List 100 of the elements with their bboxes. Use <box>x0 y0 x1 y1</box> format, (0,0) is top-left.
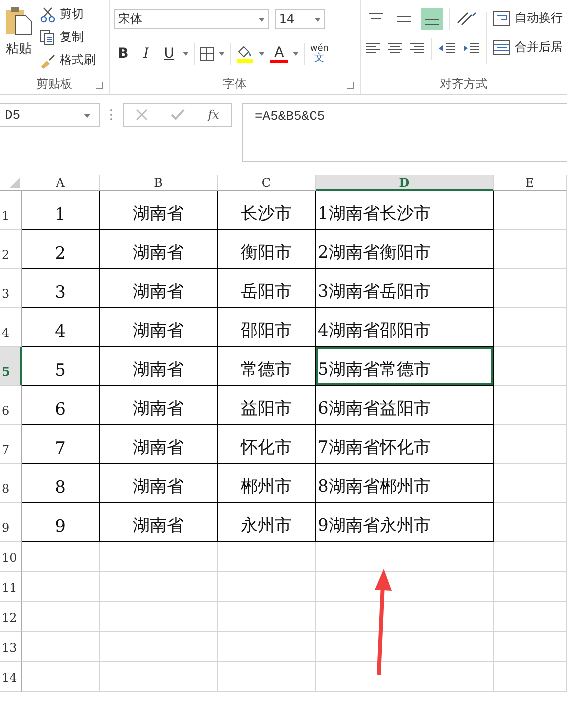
row-header[interactable]: 6 <box>0 386 22 425</box>
table-cell: 8湖南省郴州市 <box>316 464 494 503</box>
row-header[interactable]: 10 <box>0 542 22 572</box>
increase-indent-icon[interactable] <box>462 42 480 56</box>
group-label: 剪贴板 <box>36 76 73 92</box>
table-cell: 永州市 <box>218 503 316 542</box>
table-cell: 3 <box>22 269 100 308</box>
table-cell: 长沙市 <box>218 191 316 230</box>
row-header[interactable]: 13 <box>0 632 22 662</box>
table-cell: 湖南省 <box>100 503 218 542</box>
dropdown-arrow-icon[interactable] <box>84 114 91 118</box>
align-right-icon[interactable] <box>409 42 425 56</box>
name-box[interactable]: D5 <box>0 103 100 127</box>
table-cell: 6 <box>22 386 100 425</box>
row-header[interactable]: 12 <box>0 602 22 632</box>
table-cell: 7 <box>22 425 100 464</box>
checkmark-icon[interactable] <box>170 109 185 121</box>
underline-button[interactable]: U <box>160 43 178 65</box>
dropdown-arrow-icon[interactable] <box>219 52 226 56</box>
table-cell: 郴州市 <box>218 464 316 503</box>
fill-color-icon[interactable] <box>236 45 254 63</box>
merge-cells-icon <box>493 40 511 56</box>
table-cell: 2湖南省衡阳市 <box>316 230 494 269</box>
table-cell: 5湖南省常德市 <box>316 347 494 386</box>
triangle-icon <box>10 178 20 188</box>
font-color-button[interactable]: A <box>270 45 288 63</box>
format-painter-button[interactable]: 格式刷 <box>40 50 96 71</box>
dialog-launcher-icon[interactable] <box>347 82 354 89</box>
row-header[interactable]: 14 <box>0 662 22 692</box>
dropdown-arrow-icon[interactable] <box>315 18 322 22</box>
insert-function-button[interactable]: fx <box>208 108 220 122</box>
borders-icon[interactable] <box>200 47 214 61</box>
table-cell: 湖南省 <box>100 269 218 308</box>
dropdown-arrow-icon[interactable] <box>293 52 300 56</box>
row-header[interactable]: 5 <box>0 347 22 386</box>
row-header[interactable]: 11 <box>0 572 22 602</box>
row-header[interactable]: 3 <box>0 269 22 308</box>
phonetic-guide-button[interactable]: wén 文 <box>310 44 330 64</box>
table-cell: 9 <box>22 503 100 542</box>
table-cell: 岳阳市 <box>218 269 316 308</box>
table-cell: 3湖南省岳阳市 <box>316 269 494 308</box>
scissors-icon <box>40 6 56 22</box>
table-cell: 湖南省 <box>100 464 218 503</box>
table-cell: 湖南省 <box>100 308 218 347</box>
table-cell: 4 <box>22 308 100 347</box>
dropdown-arrow-icon[interactable] <box>183 52 190 56</box>
table-cell: 益阳市 <box>218 386 316 425</box>
wrap-text-button[interactable]: 自动换行 <box>493 8 563 29</box>
table-cell: 5 <box>22 347 100 386</box>
group-label: 字体 <box>223 76 248 92</box>
bottom-align-button[interactable] <box>421 8 443 30</box>
table-cell: 邵阳市 <box>218 308 316 347</box>
table-cell: 怀化市 <box>218 425 316 464</box>
font-name-field[interactable]: 宋体 <box>114 9 270 29</box>
bottom-align-icon <box>425 19 439 25</box>
table-cell: 2 <box>22 230 100 269</box>
italic-button[interactable]: I <box>137 43 156 65</box>
table-cell: 湖南省 <box>100 191 218 230</box>
dropdown-arrow-icon[interactable] <box>259 18 266 22</box>
group-label: 对齐方式 <box>440 76 488 92</box>
table-cell: 7湖南省怀化市 <box>316 425 494 464</box>
cut-button[interactable]: 剪切 <box>40 4 96 25</box>
table-cell: 8 <box>22 464 100 503</box>
bold-button[interactable]: B <box>114 43 132 65</box>
table-cell: 6湖南省益阳市 <box>316 386 494 425</box>
table-cell: 9湖南省永州市 <box>316 503 494 542</box>
table-cell: 湖南省 <box>100 347 218 386</box>
top-align-icon <box>369 13 383 19</box>
copy-button[interactable]: 复制 <box>40 27 96 48</box>
row-header[interactable]: 1 <box>0 191 22 230</box>
align-center-icon[interactable] <box>387 42 403 56</box>
dropdown-arrow-icon[interactable] <box>259 52 266 56</box>
paste-button[interactable]: 粘贴 <box>4 4 34 60</box>
grip-icon <box>110 109 113 121</box>
column-header[interactable]: D <box>316 175 494 191</box>
font-size-field[interactable]: 14 <box>275 9 326 29</box>
table-cell: 1湖南省长沙市 <box>316 191 494 230</box>
table-cell: 湖南省 <box>100 425 218 464</box>
text-orientation-icon[interactable] <box>456 11 478 27</box>
row-header[interactable]: 9 <box>0 503 22 542</box>
column-header[interactable]: A <box>22 175 100 191</box>
table-cell: 4湖南省邵阳市 <box>316 308 494 347</box>
wrap-text-icon <box>493 10 511 26</box>
table-cell: 1 <box>22 191 100 230</box>
decrease-indent-icon[interactable] <box>438 42 456 56</box>
dialog-launcher-icon[interactable] <box>96 82 104 89</box>
align-left-icon[interactable] <box>365 42 381 56</box>
clipboard-icon <box>4 6 34 36</box>
merge-center-button[interactable]: 合并后居 <box>493 37 563 58</box>
table-cell: 常德市 <box>218 347 316 386</box>
brush-icon <box>40 52 56 68</box>
column-header[interactable]: B <box>100 175 218 191</box>
column-header[interactable]: E <box>494 175 567 191</box>
row-header[interactable]: 2 <box>0 230 22 269</box>
row-header[interactable]: 8 <box>0 464 22 503</box>
table-cell: 湖南省 <box>100 230 218 269</box>
table-cell: 衡阳市 <box>218 230 316 269</box>
copy-icon <box>40 30 56 46</box>
formula-input[interactable]: =A5&B5&C5 <box>242 103 567 162</box>
row-header[interactable]: 7 <box>0 425 22 464</box>
